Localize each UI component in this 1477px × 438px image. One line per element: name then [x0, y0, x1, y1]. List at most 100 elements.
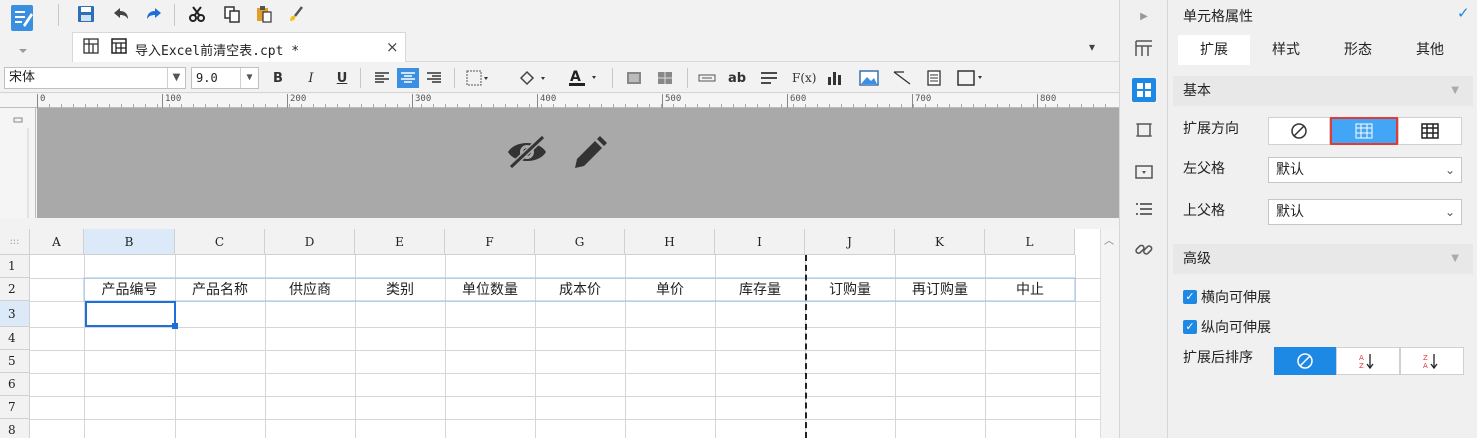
align-left-icon[interactable] [374, 68, 390, 88]
chevron-down-icon: ⌄ [1444, 205, 1456, 219]
header-cell[interactable]: 成本价 [535, 279, 625, 301]
header-cell[interactable]: 订购量 [805, 279, 895, 301]
expand-vertical-button[interactable] [1330, 117, 1398, 145]
header-cell[interactable]: 单价 [625, 279, 715, 301]
fill-color-icon[interactable] [518, 68, 548, 88]
widget-icon[interactable] [1132, 160, 1156, 184]
chevron-down-icon: ▼ [240, 68, 258, 88]
toolbar-separator [58, 4, 59, 26]
slash-line-icon[interactable] [892, 68, 912, 88]
ruler-label: 100 [165, 94, 182, 104]
vertical-expand-checkbox[interactable]: ✓ 纵向可伸展 [1183, 317, 1271, 337]
eye-slash-icon[interactable] [505, 134, 549, 173]
float-element-icon[interactable] [1132, 118, 1156, 142]
chevron-down-icon: ▼ [1451, 85, 1459, 96]
vertical-ruler [0, 108, 36, 218]
format-brush-icon[interactable] [285, 3, 307, 25]
left-parent-select[interactable]: 默认 ⌄ [1268, 157, 1462, 183]
selected-cell-b3[interactable] [85, 301, 176, 327]
border-icon[interactable] [466, 68, 490, 88]
hyperlink-icon[interactable] [1132, 238, 1156, 262]
paste-icon[interactable] [253, 3, 275, 25]
condition-icon[interactable] [1132, 198, 1156, 222]
ruler-tick [412, 94, 413, 108]
image-icon[interactable] [859, 68, 879, 88]
ruler-label: 800 [1040, 94, 1057, 104]
tab-menu-icon[interactable]: ▾ [1089, 40, 1095, 54]
ruler-label: 500 [665, 94, 682, 104]
copy-icon[interactable] [221, 3, 243, 25]
formula-button[interactable]: F(x) [792, 68, 816, 88]
header-cell[interactable]: 供应商 [265, 279, 355, 301]
sort-descending-button[interactable]: ZA [1400, 347, 1464, 375]
toolbar-separator [454, 68, 455, 88]
pencil-icon[interactable] [569, 134, 609, 177]
ruler-tick [1037, 94, 1038, 108]
section-advanced[interactable]: 高级 ▼ [1173, 244, 1473, 274]
top-parent-select[interactable]: 默认 ⌄ [1268, 199, 1462, 225]
header-cell[interactable]: 产品名称 [175, 279, 265, 301]
pin-icon[interactable]: ✓ [1457, 4, 1470, 22]
ruler-tick [37, 94, 38, 108]
cell-attribute-icon[interactable] [1132, 78, 1156, 102]
header-cell[interactable]: 再订购量 [895, 279, 985, 301]
italic-button[interactable]: I [303, 68, 319, 88]
panel-tab[interactable]: 扩展 [1178, 35, 1250, 65]
align-right-icon[interactable] [426, 68, 442, 88]
header-cell[interactable]: 中止 [985, 279, 1075, 301]
align-center-icon[interactable] [397, 68, 419, 88]
expand-horizontal-button[interactable] [1398, 117, 1462, 145]
toolbar-separator [687, 68, 688, 88]
font-color-icon[interactable]: A [568, 68, 600, 88]
fill-handle[interactable] [172, 323, 178, 329]
checkmark-icon: ✓ [1183, 290, 1197, 304]
sort-ascending-button[interactable]: AZ [1336, 347, 1400, 375]
horizontal-expand-checkbox[interactable]: ✓ 横向可伸展 [1183, 287, 1271, 307]
svg-text:A: A [570, 69, 581, 85]
text-button[interactable]: ab [728, 68, 746, 88]
section-basic[interactable]: 基本 ▼ [1173, 76, 1473, 106]
horizontal-expand-label: 横向可伸展 [1201, 290, 1271, 306]
header-cell[interactable]: 类别 [355, 279, 445, 301]
panel-tab[interactable]: 其他 [1394, 35, 1466, 65]
text-field-icon[interactable] [698, 68, 716, 88]
designer-window: 导入Excel前清空表.cpt * × ▾ 宋体 ▼ 9.0 ▼ B I U A… [0, 0, 1477, 438]
header-cell[interactable]: 库存量 [715, 279, 805, 301]
frame-dropdown-icon[interactable] [956, 68, 986, 88]
font-size-select[interactable]: 9.0 ▼ [191, 67, 259, 89]
collapse-arrow-icon[interactable]: ▶ [1132, 4, 1156, 28]
bar-chart-icon[interactable] [826, 68, 844, 88]
spreadsheet-grid[interactable]: ::: ABCDEFGHIJKL 12345678 产品编号 产品名称 供应商 类别单… [0, 229, 1119, 438]
unmerge-cells-icon[interactable] [657, 68, 673, 88]
expand-none-button[interactable] [1268, 117, 1330, 145]
sort-after-label: 扩展后排序 [1183, 350, 1253, 366]
save-icon[interactable] [75, 3, 97, 25]
ruler-tick [287, 94, 288, 108]
panel-tab[interactable]: 形态 [1322, 35, 1394, 65]
cut-icon[interactable] [186, 3, 208, 25]
editor-area: 导入Excel前清空表.cpt * × ▾ 宋体 ▼ 9.0 ▼ B I U A… [0, 0, 1119, 438]
top-parent-label: 上父格 [1183, 203, 1225, 219]
subreport-icon[interactable] [926, 68, 942, 88]
panel-tab[interactable]: 样式 [1250, 35, 1322, 65]
scroll-up-icon[interactable]: ︿ [1104, 232, 1114, 247]
app-logo[interactable] [9, 3, 39, 55]
expand-direction-label: 扩展方向 [1183, 121, 1239, 137]
sort-none-button[interactable] [1274, 347, 1336, 375]
ruler-tick [912, 94, 913, 108]
header-cell[interactable]: 产品编号 [84, 279, 175, 301]
chevron-down-icon: ▼ [167, 68, 185, 88]
align-lines-icon[interactable] [760, 68, 778, 88]
vertical-scrollbar[interactable]: ︿ [1100, 229, 1119, 438]
ruler-label: 700 [915, 94, 932, 104]
redo-icon[interactable] [143, 3, 165, 25]
merge-cells-icon[interactable] [626, 68, 642, 88]
bold-button[interactable]: B [270, 68, 286, 88]
undo-icon[interactable] [110, 3, 132, 25]
tab-document[interactable]: 导入Excel前清空表.cpt * × [72, 32, 406, 62]
font-family-select[interactable]: 宋体 ▼ [4, 67, 186, 89]
cell-element-icon[interactable] [1132, 36, 1156, 60]
header-cell[interactable]: 单位数量 [445, 279, 535, 301]
underline-button[interactable]: U [334, 68, 350, 88]
tab-close-button[interactable]: × [386, 38, 399, 56]
